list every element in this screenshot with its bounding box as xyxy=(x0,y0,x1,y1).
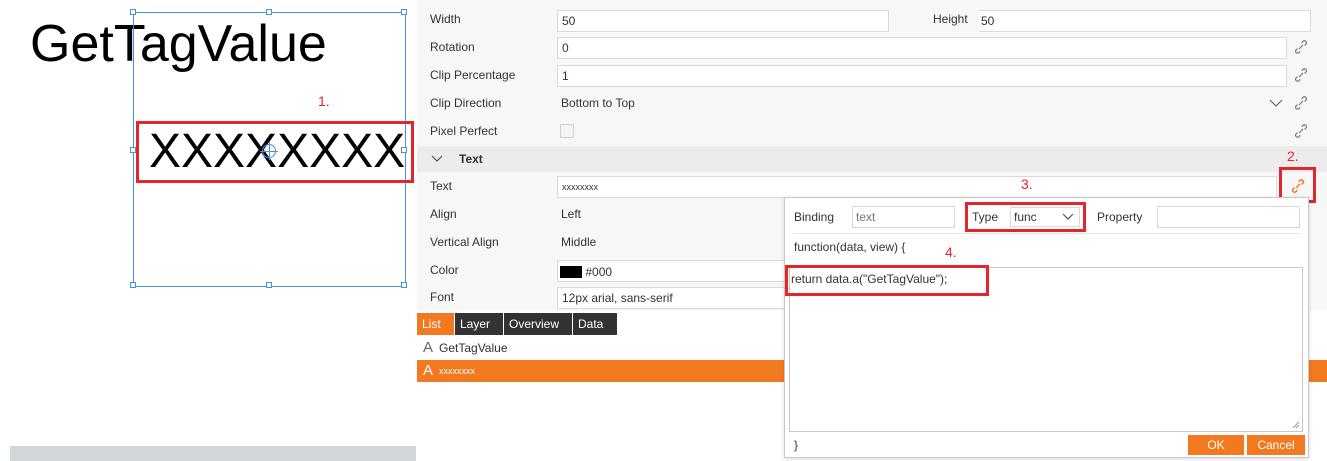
rotation-row: Rotation 0 xyxy=(417,34,1327,62)
clip-percentage-label: Clip Percentage xyxy=(430,68,516,82)
tab-overview[interactable]: Overview xyxy=(504,313,572,335)
text-node-icon: A xyxy=(423,339,434,356)
type-select[interactable]: func xyxy=(1010,207,1080,227)
annotation-3: 3. xyxy=(1021,176,1033,192)
width-label: Width xyxy=(430,12,461,26)
binding-input[interactable] xyxy=(852,206,955,228)
color-swatch[interactable] xyxy=(560,265,582,278)
resize-handle-bl[interactable] xyxy=(130,282,136,288)
annotation-1: 1. xyxy=(318,93,330,109)
cancel-button[interactable]: Cancel xyxy=(1247,435,1305,455)
text-section-label: Text xyxy=(459,152,483,166)
tab-layer[interactable]: Layer xyxy=(455,313,503,335)
clip-percentage-input[interactable]: 1 xyxy=(557,65,1287,87)
vertical-align-select[interactable]: Middle xyxy=(557,232,787,254)
resize-handle-tm[interactable] xyxy=(266,9,272,15)
vertical-align-label: Vertical Align xyxy=(430,235,499,249)
pixel-perfect-label: Pixel Perfect xyxy=(430,124,498,138)
function-footer: } xyxy=(794,438,799,452)
code-line[interactable]: return data.a("GetTagValue"); xyxy=(791,272,947,286)
link-icon xyxy=(1291,179,1305,193)
color-label: Color xyxy=(430,263,459,277)
tab-list[interactable]: List xyxy=(417,313,454,335)
clip-direction-label: Clip Direction xyxy=(430,96,502,110)
rotation-label: Rotation xyxy=(430,40,475,54)
link-icon[interactable] xyxy=(1293,123,1309,139)
text-input-value: xxxxxxxx xyxy=(562,182,598,192)
popup-divider xyxy=(793,233,1300,234)
height-input[interactable]: 50 xyxy=(979,10,1311,32)
pixel-perfect-checkbox[interactable] xyxy=(560,124,574,138)
chevron-down-icon xyxy=(1062,213,1074,220)
text-section-header[interactable]: Text xyxy=(417,146,1327,172)
chevron-down-icon xyxy=(431,155,443,162)
resize-handle-tl[interactable] xyxy=(130,9,136,15)
align-select[interactable]: Left xyxy=(557,204,787,226)
resize-grip-icon[interactable] xyxy=(1292,421,1300,429)
resize-handle-bm[interactable] xyxy=(266,282,272,288)
link-icon[interactable] xyxy=(1293,95,1309,111)
text-label: Text xyxy=(430,179,453,193)
clip-direction-select[interactable]: Bottom to Top xyxy=(557,93,1287,115)
clip-direction-row: Clip Direction Bottom to Top xyxy=(417,90,1327,118)
resize-handle-br[interactable] xyxy=(401,282,407,288)
function-header: function(data, view) { xyxy=(794,240,906,254)
width-row: Width 50 Height 50 xyxy=(417,6,1327,34)
align-label: Align xyxy=(430,207,457,221)
text-node-icon: A xyxy=(423,362,434,379)
annotation-4: 4. xyxy=(945,244,957,260)
resize-handle-tr[interactable] xyxy=(401,9,407,15)
color-input[interactable]: #000 xyxy=(557,260,787,282)
rotation-input[interactable]: 0 xyxy=(557,37,1287,59)
link-icon[interactable] xyxy=(1293,67,1309,83)
type-label: Type xyxy=(972,210,999,224)
clip-percentage-row: Clip Percentage 1 xyxy=(417,62,1327,90)
property-label: Property xyxy=(1097,210,1143,224)
binding-label: Binding xyxy=(794,210,835,224)
link-icon[interactable] xyxy=(1293,39,1309,55)
type-group: Type func xyxy=(965,202,1086,232)
property-input[interactable] xyxy=(1157,206,1300,228)
color-value: #000 xyxy=(585,264,613,279)
font-label: Font xyxy=(430,290,455,304)
annotation-2: 2. xyxy=(1287,148,1299,164)
ok-button[interactable]: OK xyxy=(1188,435,1244,455)
canvas-scrollbar[interactable] xyxy=(10,446,416,461)
font-input[interactable]: 12px arial, sans-serif xyxy=(557,287,787,309)
height-label: Height xyxy=(933,12,968,26)
type-value: func xyxy=(1014,210,1037,224)
code-highlight: return data.a("GetTagValue"); xyxy=(785,265,989,296)
anchor-crosshair-icon[interactable] xyxy=(260,142,278,160)
chevron-down-icon xyxy=(1269,99,1283,107)
pixel-perfect-row: Pixel Perfect xyxy=(417,118,1327,146)
clip-direction-value: Bottom to Top xyxy=(561,96,635,110)
list-item-label: xxxxxxxx xyxy=(439,366,475,376)
width-input[interactable]: 50 xyxy=(557,10,889,32)
list-item-label: GetTagValue xyxy=(439,341,508,355)
text-input[interactable]: xxxxxxxx xyxy=(557,176,1277,198)
tab-data[interactable]: Data xyxy=(573,313,617,335)
binding-popup: Binding Type func Property function(data… xyxy=(784,176,1309,458)
height-value: 50 xyxy=(981,14,995,28)
